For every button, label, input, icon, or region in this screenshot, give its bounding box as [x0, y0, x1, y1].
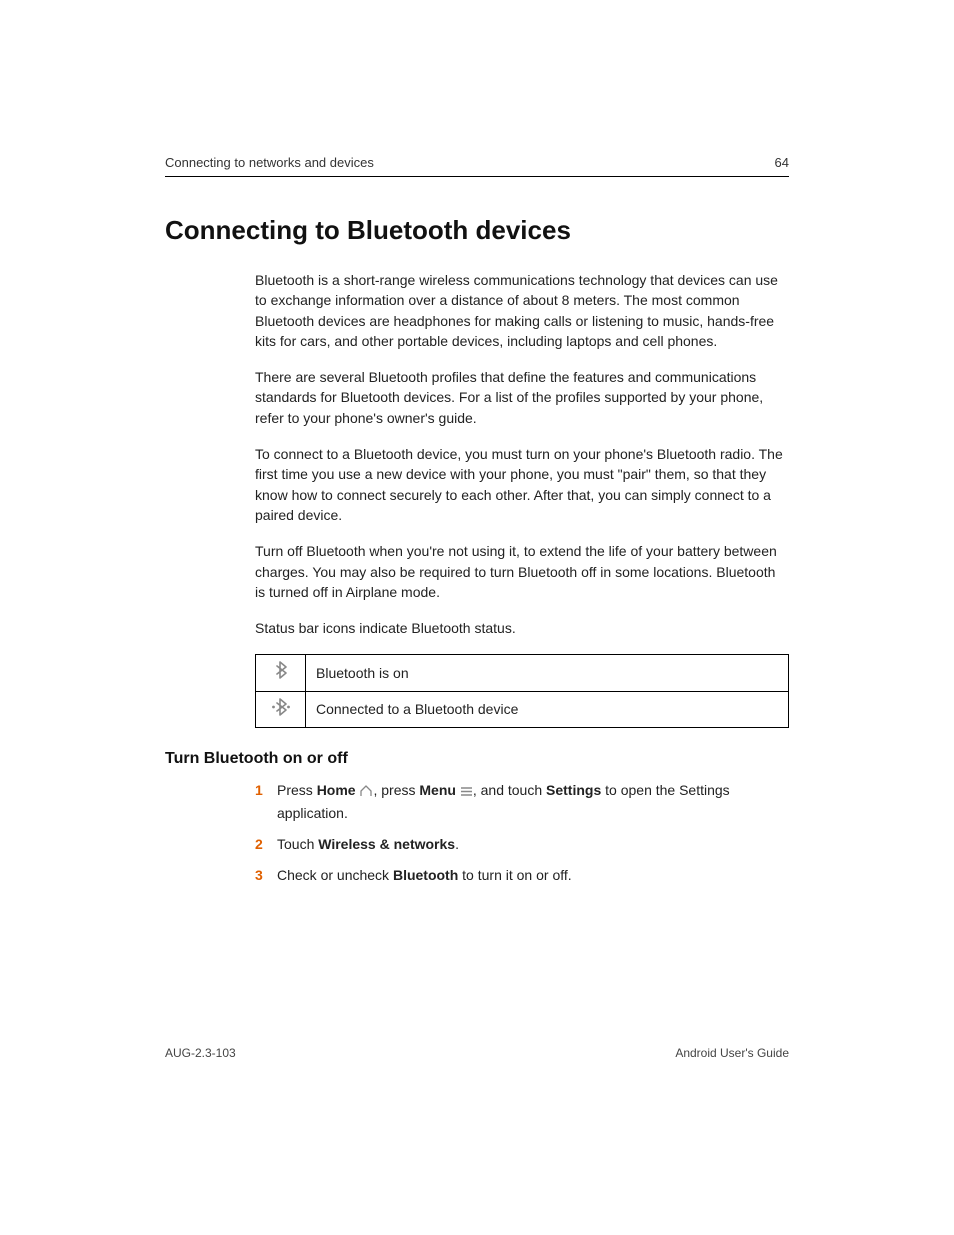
- running-header: Connecting to networks and devices 64: [165, 155, 789, 177]
- bluetooth-on-icon: [256, 655, 306, 691]
- step-number: 3: [255, 865, 263, 886]
- body-column: Bluetooth is a short-range wireless comm…: [255, 270, 789, 728]
- footer-doc-id: AUG-2.3-103: [165, 1046, 236, 1060]
- step-bold: Menu: [419, 782, 456, 798]
- step-bold: Wireless & networks: [318, 836, 455, 852]
- table-row: Connected to a Bluetooth device: [256, 691, 789, 727]
- table-cell: Bluetooth is on: [306, 655, 789, 691]
- paragraph: There are several Bluetooth profiles tha…: [255, 367, 789, 428]
- paragraph: Turn off Bluetooth when you're not using…: [255, 541, 789, 602]
- list-item: 2 Touch Wireless & networks.: [255, 834, 789, 855]
- header-page-number: 64: [775, 155, 789, 170]
- step-bold: Bluetooth: [393, 867, 458, 883]
- home-icon: [359, 783, 373, 803]
- list-item: 3 Check or uncheck Bluetooth to turn it …: [255, 865, 789, 886]
- table-row: Bluetooth is on: [256, 655, 789, 691]
- paragraph: Status bar icons indicate Bluetooth stat…: [255, 618, 789, 638]
- step-text: Touch: [277, 836, 318, 852]
- page-title: Connecting to Bluetooth devices: [165, 215, 789, 246]
- steps-list: 1 Press Home , press Menu , and touch Se…: [255, 780, 789, 886]
- step-number: 1: [255, 780, 263, 801]
- menu-icon: [460, 783, 473, 803]
- paragraph: Bluetooth is a short-range wireless comm…: [255, 270, 789, 351]
- section-subhead: Turn Bluetooth on or off: [165, 750, 789, 768]
- header-section: Connecting to networks and devices: [165, 155, 374, 170]
- status-icon-table: Bluetooth is on Connected to a Bluetooth…: [255, 654, 789, 728]
- page-footer: AUG-2.3-103 Android User's Guide: [165, 1046, 789, 1060]
- table-cell: Connected to a Bluetooth device: [306, 691, 789, 727]
- footer-doc-title: Android User's Guide: [675, 1046, 789, 1060]
- step-text: Check or uncheck: [277, 867, 393, 883]
- step-bold: Home: [317, 782, 356, 798]
- step-number: 2: [255, 834, 263, 855]
- step-bold: Settings: [546, 782, 601, 798]
- step-text: Press: [277, 782, 317, 798]
- document-page: Connecting to networks and devices 64 Co…: [0, 0, 954, 1235]
- bluetooth-connected-icon: [256, 691, 306, 727]
- paragraph: To connect to a Bluetooth device, you mu…: [255, 444, 789, 525]
- list-item: 1 Press Home , press Menu , and touch Se…: [255, 780, 789, 824]
